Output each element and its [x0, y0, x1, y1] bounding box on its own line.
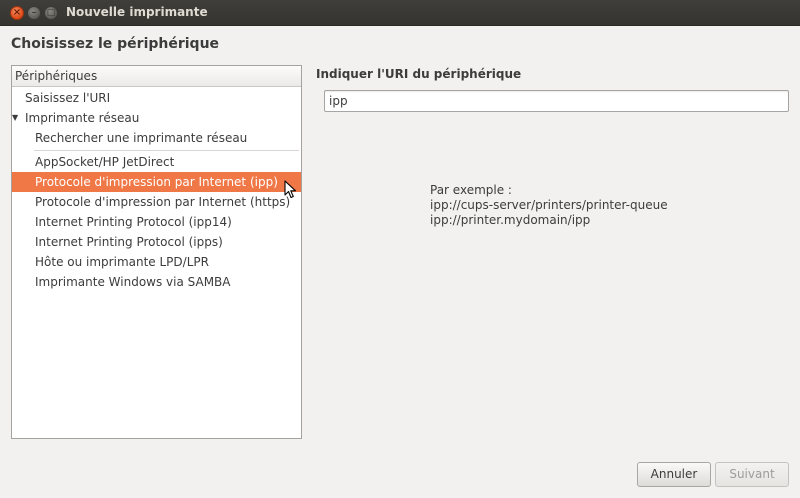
page-heading: Choisissez le périphérique [11, 36, 220, 52]
window-close-button[interactable]: × [10, 6, 24, 20]
minimize-icon: – [31, 8, 37, 18]
window-minimize-button[interactable]: – [27, 6, 41, 20]
device-item-https[interactable]: Protocole d'impression par Internet (htt… [12, 192, 301, 212]
device-item-ipp14[interactable]: Internet Printing Protocol (ipp14) [12, 212, 301, 232]
tree-item-label: Hôte ou imprimante LPD/LPR [35, 255, 209, 269]
device-item-ipps[interactable]: Internet Printing Protocol (ipps) [12, 232, 301, 252]
tree-item-label: Imprimante Windows via SAMBA [35, 275, 231, 289]
tree-item-label: AppSocket/HP JetDirect [35, 155, 175, 169]
devices-column-header[interactable]: Périphériques [12, 66, 301, 87]
mouse-pointer-icon [284, 180, 297, 199]
device-item-network-printer[interactable]: ▼ Imprimante réseau [12, 108, 301, 128]
maximize-icon: □ [46, 8, 56, 18]
window-title: Nouvelle imprimante [66, 5, 208, 19]
tree-item-label: Protocole d'impression par Internet (ipp… [35, 175, 278, 189]
close-icon: × [12, 7, 22, 18]
tree-item-label: Imprimante réseau [25, 111, 140, 125]
title-bar: × – □ Nouvelle imprimante [0, 0, 800, 26]
uri-input[interactable] [324, 90, 789, 112]
expander-down-icon[interactable]: ▼ [12, 108, 22, 128]
uri-label: Indiquer l'URI du périphérique [316, 67, 522, 81]
tree-item-label: Internet Printing Protocol (ipp14) [35, 215, 232, 229]
device-item-enter-uri[interactable]: Saisissez l'URI [12, 88, 301, 108]
example-line: ipp://cups-server/printers/printer-queue [430, 198, 668, 212]
example-title: Par exemple : [430, 183, 512, 197]
tree-item-label: Protocole d'impression par Internet (htt… [35, 195, 291, 209]
devices-tree[interactable]: Périphériques Saisissez l'URI ▼ Impriman… [11, 65, 302, 439]
example-line: ipp://printer.mydomain/ipp [430, 213, 591, 227]
cancel-button[interactable]: Annuler [637, 462, 711, 487]
device-item-samba[interactable]: Imprimante Windows via SAMBA [12, 272, 301, 292]
tree-separator [34, 150, 299, 151]
uri-example: Par exemple : ipp://cups-server/printers… [430, 183, 668, 228]
window-maximize-button[interactable]: □ [44, 6, 58, 20]
device-item-lpd[interactable]: Hôte ou imprimante LPD/LPR [12, 252, 301, 272]
device-item-find-network-printer[interactable]: Rechercher une imprimante réseau [12, 128, 301, 148]
device-item-ipp[interactable]: Protocole d'impression par Internet (ipp… [12, 172, 301, 192]
device-item-appsocket[interactable]: AppSocket/HP JetDirect [12, 152, 301, 172]
tree-item-label: Saisissez l'URI [25, 91, 111, 105]
tree-item-label: Internet Printing Protocol (ipps) [35, 235, 223, 249]
next-button[interactable]: Suivant [715, 462, 789, 487]
tree-item-label: Rechercher une imprimante réseau [35, 131, 248, 145]
